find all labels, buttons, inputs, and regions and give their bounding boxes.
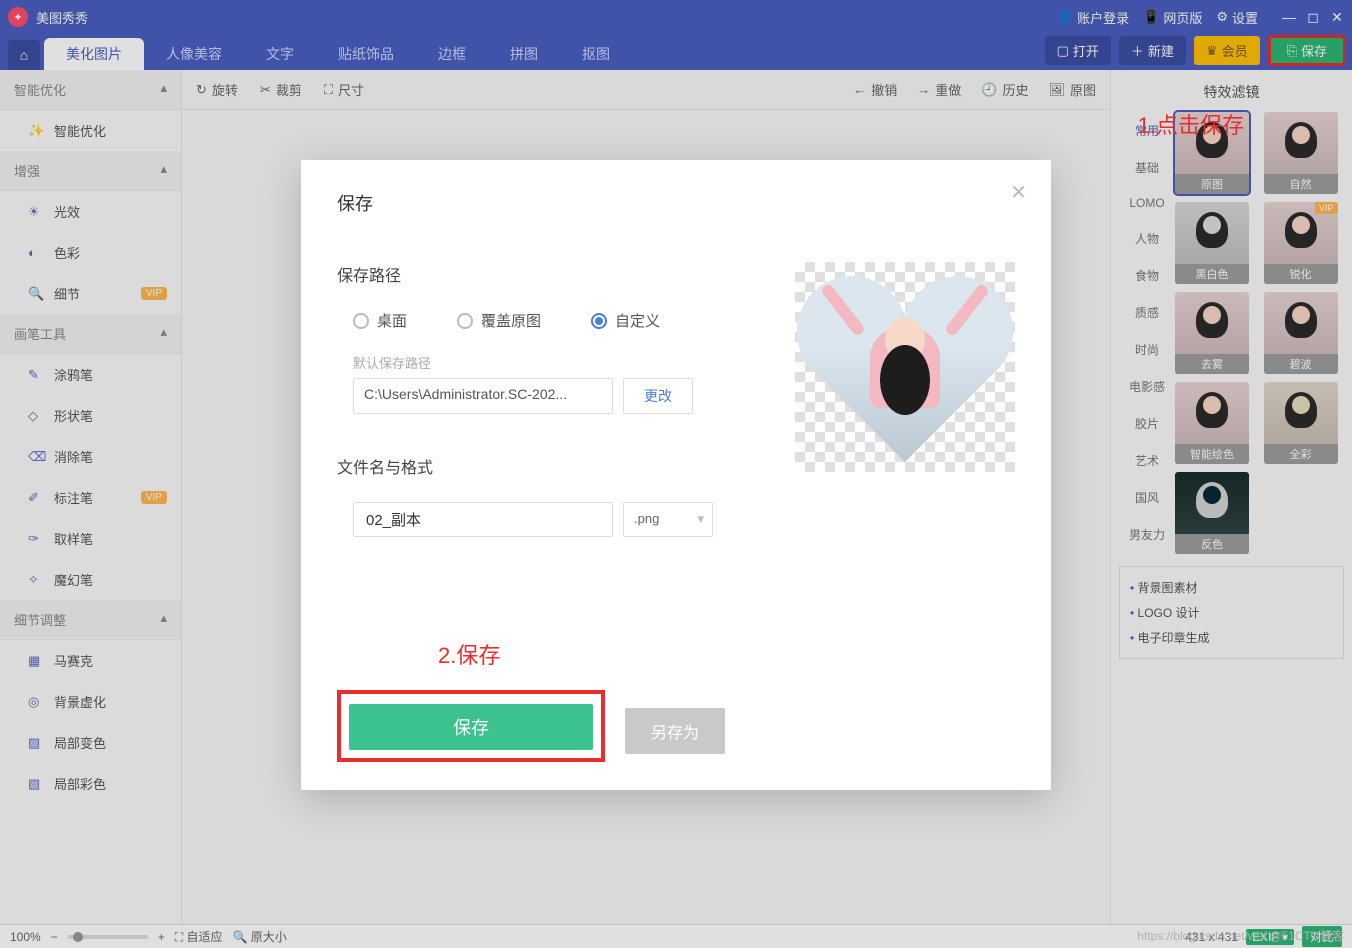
dialog-title: 保存: [337, 190, 1015, 216]
save-as-button[interactable]: 另存为: [625, 708, 725, 754]
modal-overlay: 保存 ✕ 保存路径 桌面 覆盖原图 自定义 默认保存路径 C:\Users\Ad…: [0, 0, 1352, 948]
save-button[interactable]: 保存: [349, 704, 593, 750]
filename-input[interactable]: [353, 502, 613, 537]
filename-label: 文件名与格式: [337, 454, 737, 478]
save-dialog: 保存 ✕ 保存路径 桌面 覆盖原图 自定义 默认保存路径 C:\Users\Ad…: [301, 160, 1051, 790]
save-path-label: 保存路径: [337, 262, 737, 286]
save-preview: [795, 262, 1015, 472]
radio-desktop[interactable]: 桌面: [353, 310, 407, 331]
radio-overwrite[interactable]: 覆盖原图: [457, 310, 541, 331]
dialog-close-icon[interactable]: ✕: [1010, 180, 1027, 205]
change-path-button[interactable]: 更改: [623, 378, 693, 414]
watermark: https://blog.csdn.net/wei @51CTO博客: [1137, 927, 1344, 944]
default-path-label: 默认保存路径: [337, 353, 737, 372]
path-input[interactable]: C:\Users\Administrator.SC-202...: [353, 378, 613, 414]
radio-custom[interactable]: 自定义: [591, 310, 660, 331]
format-select[interactable]: .png: [623, 502, 713, 537]
